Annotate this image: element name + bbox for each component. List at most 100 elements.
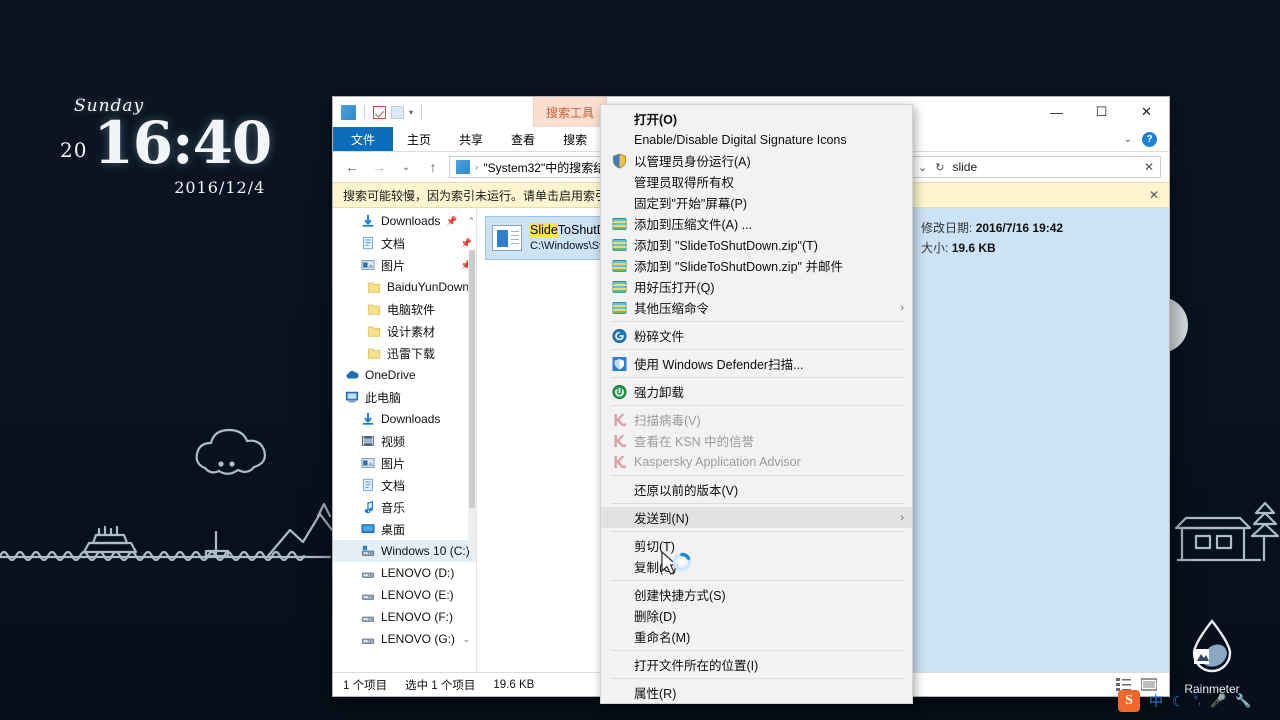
- close-button[interactable]: ✕: [1124, 97, 1169, 127]
- menu-item-21[interactable]: 还原以前的版本(V): [601, 479, 912, 500]
- nav-item-10[interactable]: 视频: [333, 430, 476, 452]
- menu-item-4[interactable]: 固定到"开始"屏幕(P): [601, 192, 912, 213]
- nav-item-label: Downloads: [381, 412, 441, 426]
- nav-item-14[interactable]: 桌面: [333, 518, 476, 540]
- refresh-icon[interactable]: ↻: [935, 161, 944, 174]
- tab-home[interactable]: 主页: [393, 127, 445, 151]
- chevron-up-icon[interactable]: ⌃: [468, 216, 476, 227]
- search-input[interactable]: ⌄ ↻ slide ✕: [911, 156, 1161, 178]
- up-button[interactable]: ↑: [422, 159, 444, 175]
- minimize-button[interactable]: —: [1034, 97, 1079, 127]
- download-arrow-icon: [362, 412, 374, 425]
- menu-item-7[interactable]: 添加到 "SlideToShutDown.zip" 并邮件: [601, 255, 912, 276]
- rainmeter-shortcut[interactable]: Rainmeter: [1164, 617, 1260, 696]
- microphone-icon[interactable]: 🎤: [1210, 693, 1226, 709]
- tab-search[interactable]: 搜索: [549, 127, 601, 151]
- nav-item-3[interactable]: BaiduYunDownload: [333, 276, 476, 298]
- menu-item-label: 添加到 "SlideToShutDown.zip" 并邮件: [634, 260, 843, 274]
- menu-item-8[interactable]: 用好压打开(Q): [601, 276, 912, 297]
- nav-item-2[interactable]: 图片 📌: [333, 254, 476, 276]
- help-icon[interactable]: ?: [1142, 131, 1157, 147]
- nav-item-0[interactable]: Downloads 📌 ⌃: [333, 210, 476, 232]
- chevron-down-icon[interactable]: ⌄: [918, 161, 927, 174]
- recent-locations-icon[interactable]: ⌄: [395, 162, 417, 173]
- archive-icon: [612, 280, 627, 293]
- menu-item-0[interactable]: 打开(O): [601, 107, 912, 129]
- tab-file[interactable]: 文件: [333, 127, 394, 151]
- chevron-down-icon[interactable]: ⌄: [462, 634, 476, 645]
- this-pc-icon: [345, 391, 359, 403]
- folder-yellow-icon: [367, 348, 381, 359]
- nav-item-5[interactable]: 设计素材: [333, 320, 476, 342]
- menu-item-9[interactable]: 其他压缩命令 ›: [601, 297, 912, 318]
- nav-item-7[interactable]: OneDrive: [333, 364, 476, 386]
- nav-item-17[interactable]: LENOVO (E:): [333, 584, 476, 606]
- properties-checkbox-icon[interactable]: [373, 105, 386, 119]
- context-menu[interactable]: 打开(O) Enable/Disable Digital Signature Ic…: [600, 104, 913, 704]
- folder-yellow-icon: [367, 326, 381, 337]
- menu-item-label: 使用 Windows Defender扫描...: [634, 358, 804, 372]
- new-folder-icon[interactable]: [391, 105, 404, 119]
- nav-item-12[interactable]: 文档: [333, 474, 476, 496]
- pin-icon[interactable]: 📌: [461, 238, 476, 249]
- details-pane: 修改日期: 2016/7/16 19:42 大小: 19.6 KB: [909, 208, 1169, 672]
- nav-item-1[interactable]: 文档 📌: [333, 232, 476, 254]
- nav-item-15[interactable]: Windows 10 (C:): [333, 540, 476, 562]
- executable-icon: [492, 225, 522, 251]
- menu-item-26[interactable]: 复制(C): [601, 556, 912, 577]
- nav-item-8[interactable]: 此电脑: [333, 386, 476, 408]
- menu-item-34[interactable]: 属性(R): [601, 682, 912, 703]
- nav-item-13[interactable]: 音乐: [333, 496, 476, 518]
- menu-item-23[interactable]: 发送到(N) ›: [601, 507, 912, 528]
- weather-icon[interactable]: °,: [1194, 695, 1201, 707]
- collapse-ribbon-icon[interactable]: ⌄: [1124, 134, 1132, 145]
- scrollbar-thumb[interactable]: [469, 250, 475, 508]
- search-results-icon: [456, 160, 470, 174]
- menu-item-29[interactable]: 删除(D): [601, 605, 912, 626]
- menu-item-25[interactable]: 剪切(T): [601, 535, 912, 556]
- moon-icon[interactable]: ☾: [1172, 693, 1185, 710]
- menu-item-3[interactable]: 管理员取得所有权: [601, 171, 912, 192]
- item-count: 1 个项目: [343, 679, 388, 692]
- tab-view[interactable]: 查看: [497, 127, 549, 151]
- close-icon[interactable]: ✕: [1141, 188, 1159, 202]
- nav-item-4[interactable]: 电脑软件: [333, 298, 476, 320]
- archive-icon: [612, 301, 627, 314]
- menu-item-13[interactable]: 使用 Windows Defender扫描...: [601, 353, 912, 374]
- menu-separator: [611, 475, 904, 476]
- menu-item-6[interactable]: 添加到 "SlideToShutDown.zip"(T): [601, 234, 912, 255]
- menu-item-1[interactable]: Enable/Disable Digital Signature Icons: [601, 129, 912, 150]
- nav-item-19[interactable]: LENOVO (G:) ⌄: [333, 628, 476, 650]
- nav-item-6[interactable]: 迅雷下载: [333, 342, 476, 364]
- navigation-scrollbar[interactable]: [468, 250, 476, 550]
- menu-item-32[interactable]: 打开文件所在的位置(I): [601, 654, 912, 675]
- nav-item-9[interactable]: Downloads: [333, 408, 476, 430]
- tab-share[interactable]: 共享: [445, 127, 497, 151]
- contextual-tab-search-tools[interactable]: 搜索工具: [533, 97, 607, 127]
- pin-icon[interactable]: 📌: [446, 216, 461, 227]
- nav-item-11[interactable]: 图片: [333, 452, 476, 474]
- menu-item-5[interactable]: 添加到压缩文件(A) ...: [601, 213, 912, 234]
- chinese-mode-icon[interactable]: 中: [1149, 691, 1163, 711]
- menu-item-15[interactable]: 强力卸载: [601, 381, 912, 402]
- menu-item-2[interactable]: 以管理员身份运行(A): [601, 150, 912, 171]
- breadcrumb-separator: ›: [475, 161, 479, 173]
- toolbox-icon[interactable]: 🔧: [1235, 693, 1251, 709]
- menu-item-label: 添加到 "SlideToShutDown.zip"(T): [634, 239, 818, 253]
- nav-item-18[interactable]: LENOVO (F:): [333, 606, 476, 628]
- menu-item-30[interactable]: 重命名(M): [601, 626, 912, 647]
- nav-item-label: 文档: [381, 478, 406, 493]
- drive-icon: [361, 616, 375, 622]
- window-controls: — ☐ ✕: [1034, 97, 1169, 127]
- menu-item-28[interactable]: 创建快捷方式(S): [601, 584, 912, 605]
- sogou-ime-icon[interactable]: S: [1118, 690, 1140, 712]
- file-name-highlight: Slide: [530, 223, 558, 238]
- menu-item-11[interactable]: 粉碎文件: [601, 325, 912, 346]
- maximize-button[interactable]: ☐: [1079, 97, 1124, 127]
- clear-search-icon[interactable]: ✕: [1144, 160, 1154, 174]
- menu-item-label: 固定到"开始"屏幕(P): [634, 197, 748, 211]
- chevron-down-icon[interactable]: ▾: [409, 108, 413, 117]
- nav-item-16[interactable]: LENOVO (D:): [333, 562, 476, 584]
- menu-item-label: 删除(D): [634, 610, 677, 624]
- back-button[interactable]: ←: [341, 159, 363, 175]
